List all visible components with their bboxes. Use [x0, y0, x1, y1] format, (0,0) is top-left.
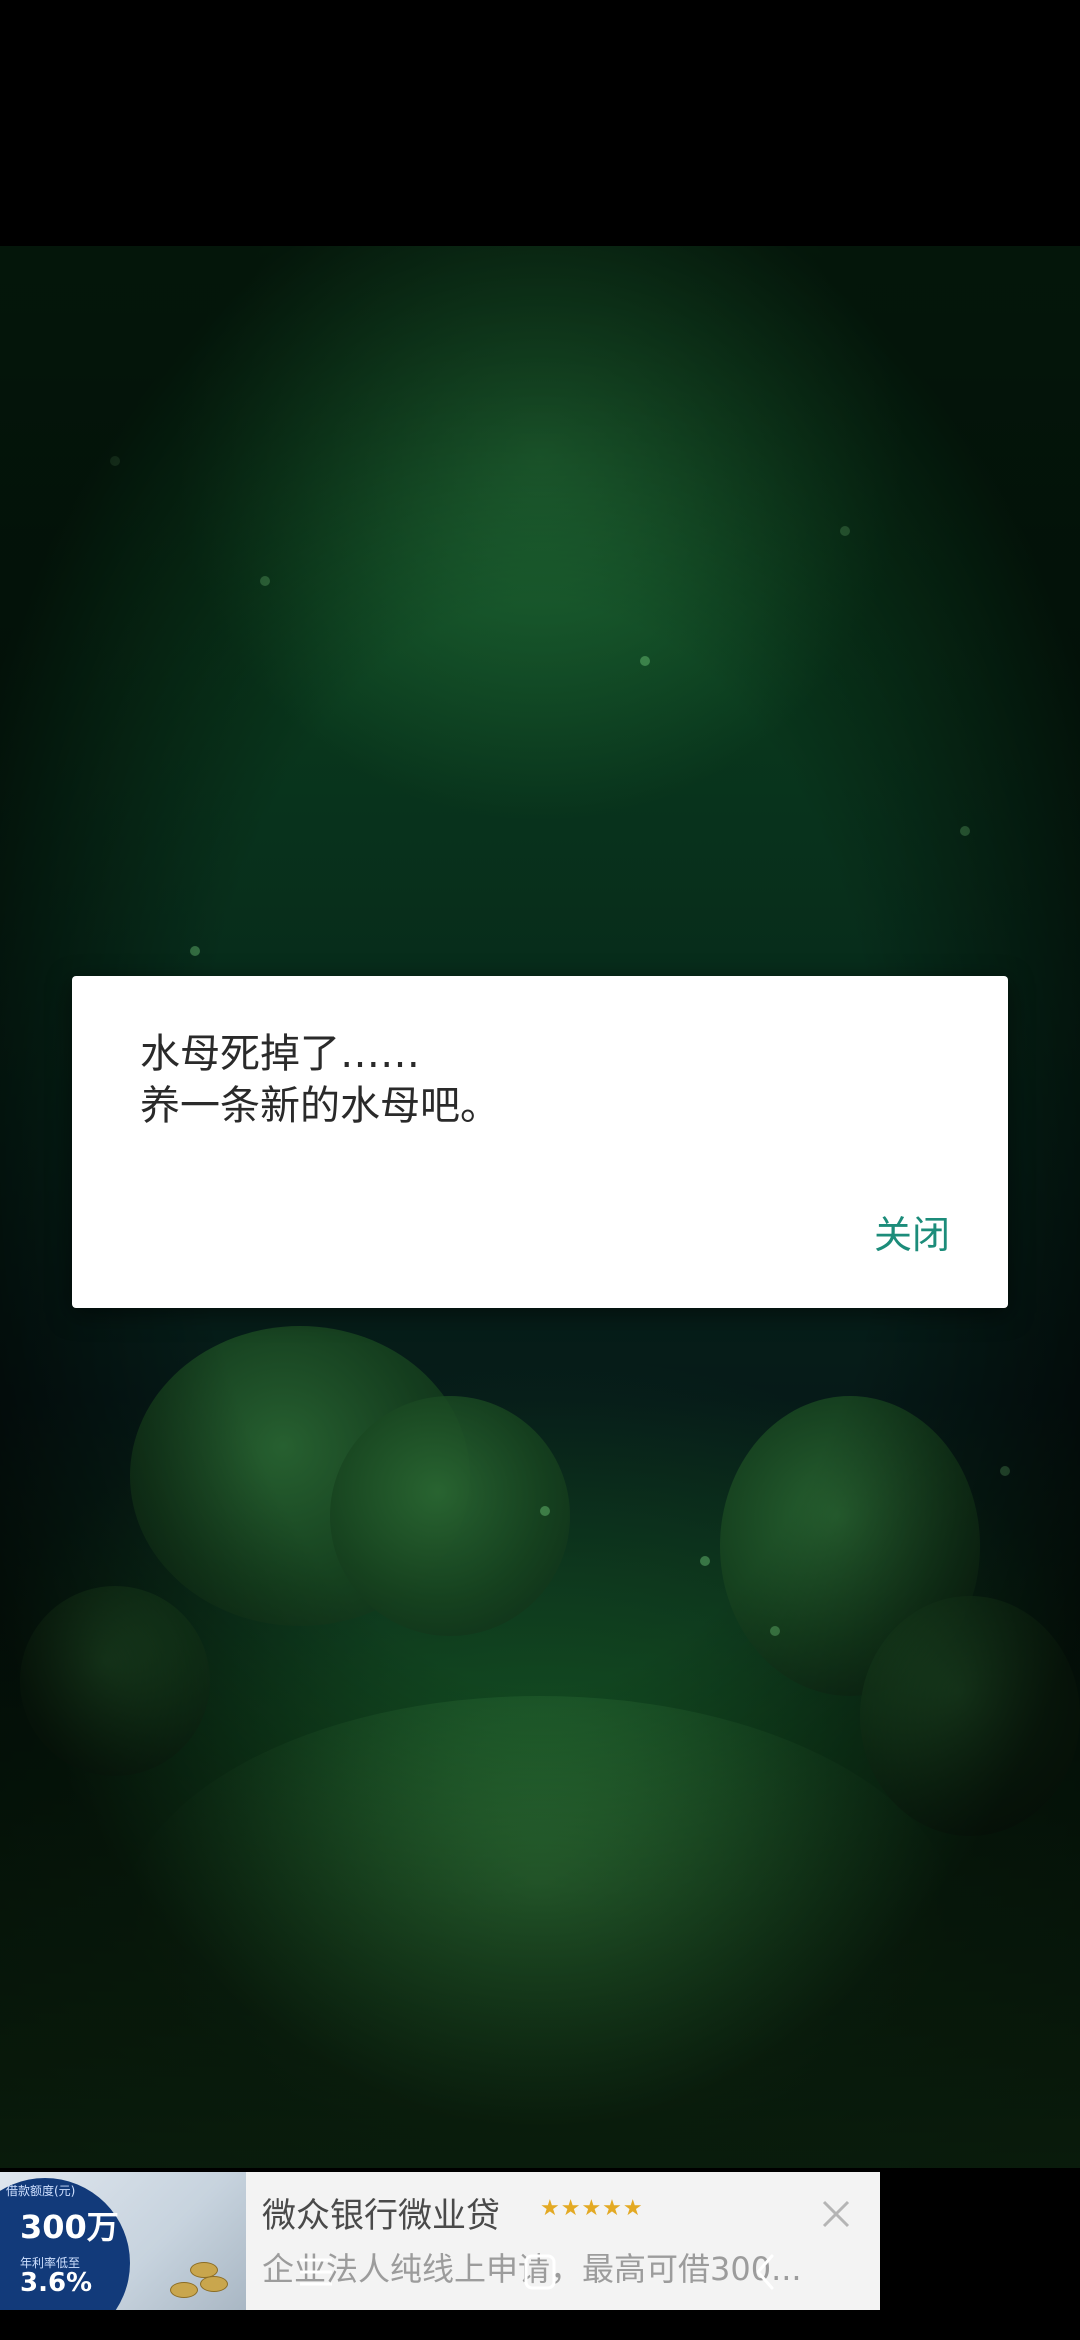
- home-icon[interactable]: [510, 2242, 570, 2302]
- dialog-message-line1: 水母死掉了……: [140, 1031, 420, 1077]
- close-button[interactable]: 关闭: [868, 1196, 956, 1267]
- screen: 水母死掉了…… 养一条新的水母吧。 关闭 借款额度(元) 300万 年利率低至 …: [0, 0, 1080, 2340]
- menu-icon[interactable]: [286, 2242, 346, 2302]
- dialog-message-line2: 养一条新的水母吧。: [140, 1083, 500, 1129]
- ad-amount-label: 借款额度(元): [6, 2184, 76, 2198]
- jellyfish-dead-dialog: 水母死掉了…… 养一条新的水母吧。 关闭: [72, 976, 1008, 1308]
- dialog-message: 水母死掉了…… 养一条新的水母吧。: [140, 1028, 500, 1132]
- system-navigation-bar: [0, 2216, 1080, 2326]
- back-icon[interactable]: [736, 2242, 796, 2302]
